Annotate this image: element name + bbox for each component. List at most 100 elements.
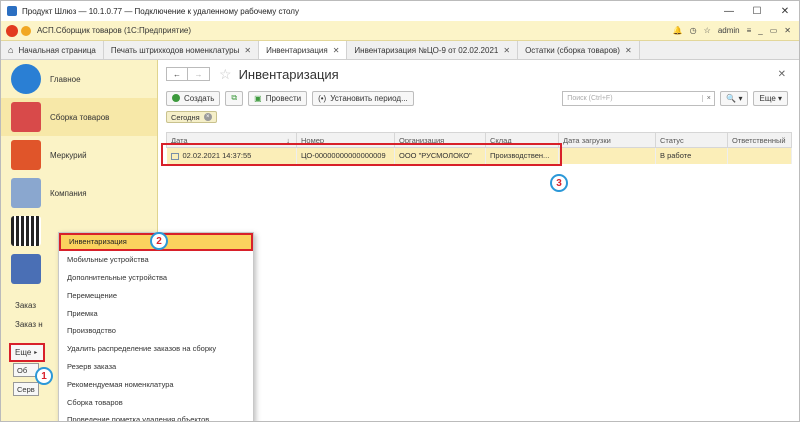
menu-item-order-reserve[interactable]: Резерв заказа	[59, 358, 253, 376]
tab-label: Начальная страница	[18, 45, 96, 55]
favorite-star-icon[interactable]: ☆	[219, 66, 232, 83]
post-button[interactable]: ▣ Провести	[248, 90, 308, 106]
sidebar-item-mercury[interactable]: Меркурий	[1, 136, 157, 174]
building-section-icon	[11, 178, 41, 208]
more-label: Еще	[15, 348, 32, 357]
step-marker-1: 1	[35, 367, 53, 385]
settings-icon[interactable]: ≡	[747, 26, 752, 35]
menu-dropdown-icon[interactable]	[21, 25, 31, 36]
app-minimize-button[interactable]: _	[758, 26, 762, 35]
more-button[interactable]: Еще ▾	[753, 90, 788, 106]
app-header: АСП.Сборщик товаров (1С:Предприятие) 🔔 ◷…	[1, 21, 799, 41]
back-button[interactable]: ←	[166, 67, 188, 81]
sidebar-item-label: Меркурий	[50, 150, 87, 160]
menu-item-mark-deletion[interactable]: Проведение пометка удаления объектов	[59, 411, 253, 421]
star-icon[interactable]: ☆	[704, 26, 711, 35]
more-commands-dropdown: Инвентаризация Мобильные устройства Допо…	[58, 232, 254, 421]
app-close-button[interactable]: ✕	[784, 26, 791, 35]
step-marker-2: 2	[150, 232, 168, 250]
menu-item-remove-order-distribution[interactable]: Удалить распределение заказов на сборку	[59, 340, 253, 358]
sidebar-item-main[interactable]: Главное	[1, 60, 157, 98]
chip-label: Сегодня	[171, 112, 200, 122]
sidebar-item-label: Сборка товаров	[50, 112, 110, 122]
document-header: ← → ☆ Инвентаризация ✕	[158, 60, 799, 88]
tab-close-icon[interactable]: ✕	[503, 46, 510, 55]
menu-item-recommended-items[interactable]: Рекомендуемая номенклатура	[59, 375, 253, 393]
app-title: АСП.Сборщик товаров (1С:Предприятие)	[37, 26, 192, 35]
period-icon: (•)	[318, 93, 327, 103]
list-toolbar: Создать ⧉ ▣ Провести (•) Установить пери…	[158, 88, 799, 108]
tab-label: Печать штрихкодов номенклатуры	[110, 45, 240, 55]
tab-label: Остатки (сборка товаров)	[525, 45, 620, 55]
set-period-button[interactable]: (•) Установить период...	[312, 90, 414, 106]
document-list-panel: ← → ☆ Инвентаризация ✕ Создать ⧉ ▣ Прове…	[158, 60, 799, 421]
user-name[interactable]: admin	[718, 26, 740, 35]
close-document-button[interactable]: ✕	[778, 69, 786, 80]
home-icon: ⌂	[8, 45, 14, 55]
close-window-button[interactable]: ✕	[771, 6, 799, 17]
home-section-icon	[11, 64, 41, 94]
page-title: Инвентаризация	[238, 66, 339, 82]
sidebar-item-company[interactable]: Компания	[1, 174, 157, 212]
tab-close-icon[interactable]: ✕	[625, 46, 632, 55]
minimize-button[interactable]: —	[715, 6, 743, 17]
period-filter-chip[interactable]: Сегодня ×	[166, 111, 217, 123]
menu-item-extra-devices[interactable]: Дополнительные устройства	[59, 269, 253, 287]
tab-label: Инвентаризация №ЦО-9 от 02.02.2021	[354, 45, 499, 55]
cell-responsible	[727, 147, 792, 164]
search-button[interactable]: 🔍 ▾	[720, 90, 749, 106]
sidebar-small-button-2[interactable]: Серв	[13, 382, 39, 396]
forward-button[interactable]: →	[188, 67, 210, 81]
column-header-responsible[interactable]: Ответственный	[727, 132, 792, 148]
copy-icon: ⧉	[231, 93, 238, 102]
datamatrix-section-icon	[11, 216, 41, 246]
app-window-icon	[7, 6, 17, 16]
menu-item-goods-assembly[interactable]: Сборка товаров	[59, 393, 253, 411]
window-controls: — ☐ ✕	[715, 6, 799, 17]
app-maximize-button[interactable]: ▭	[770, 26, 778, 35]
tab-print-barcodes[interactable]: Печать штрихкодов номенклатуры ✕	[104, 41, 260, 59]
sidebar-item-assembly[interactable]: Сборка товаров	[1, 98, 157, 136]
window-titlebar: Продукт Шлюз — 10.1.0.77 — Подключение к…	[1, 1, 799, 21]
set-period-label: Установить период...	[330, 93, 408, 103]
search-clear-icon[interactable]: ×	[702, 94, 714, 102]
tab-label: Инвентаризация	[266, 45, 328, 55]
column-header-status[interactable]: Статус	[655, 132, 728, 148]
maximize-button[interactable]: ☐	[743, 6, 771, 17]
cube-section-icon	[11, 140, 41, 170]
tab-inventory[interactable]: Инвентаризация ✕	[259, 41, 348, 59]
filter-row: Сегодня ×	[158, 108, 799, 126]
menu-item-transfer[interactable]: Перемещение	[59, 286, 253, 304]
column-header-load-date[interactable]: Дата загрузки	[558, 132, 656, 148]
window-title: Продукт Шлюз — 10.1.0.77 — Подключение к…	[22, 6, 299, 16]
search-input[interactable]: Поиск (Ctrl+F) ×	[562, 90, 716, 106]
history-icon[interactable]: ◷	[690, 26, 697, 35]
post-icon: ▣	[254, 93, 262, 103]
terminal-section-icon	[11, 254, 41, 284]
create-button[interactable]: Создать	[166, 90, 221, 106]
tab-stock[interactable]: Остатки (сборка товаров) ✕	[518, 41, 640, 59]
tab-inventory-doc[interactable]: Инвентаризация №ЦО-9 от 02.02.2021 ✕	[347, 41, 519, 59]
menu-item-mobile-devices[interactable]: Мобильные устройства	[59, 251, 253, 269]
highlight-row-annotation	[161, 143, 562, 166]
1c-logo-icon	[6, 24, 18, 37]
post-label: Провести	[265, 93, 302, 103]
search-placeholder: Поиск (Ctrl+F)	[567, 94, 613, 102]
header-tools: 🔔 ◷ ☆ admin ≡ _ ▭ ✕	[673, 26, 799, 35]
tab-close-icon[interactable]: ✕	[333, 46, 340, 55]
step-marker-3: 3	[550, 174, 568, 192]
chip-clear-icon[interactable]: ×	[203, 113, 212, 121]
sidebar-more-button[interactable]: Еще ▸	[9, 343, 45, 362]
tab-close-icon[interactable]: ✕	[244, 46, 251, 55]
cell-load-date	[558, 147, 656, 164]
tab-home[interactable]: ⌂ Начальная страница	[1, 41, 104, 59]
bell-icon[interactable]: 🔔	[673, 26, 683, 35]
copy-button[interactable]: ⧉	[225, 90, 244, 106]
chevron-right-icon: ▸	[34, 350, 38, 356]
create-label: Создать	[184, 93, 215, 103]
menu-item-receiving[interactable]: Приемка	[59, 304, 253, 322]
box-section-icon	[11, 102, 41, 132]
sidebar-item-label: Главное	[50, 74, 81, 84]
menu-item-production[interactable]: Производство	[59, 322, 253, 340]
sidebar-item-label: Компания	[50, 188, 87, 198]
